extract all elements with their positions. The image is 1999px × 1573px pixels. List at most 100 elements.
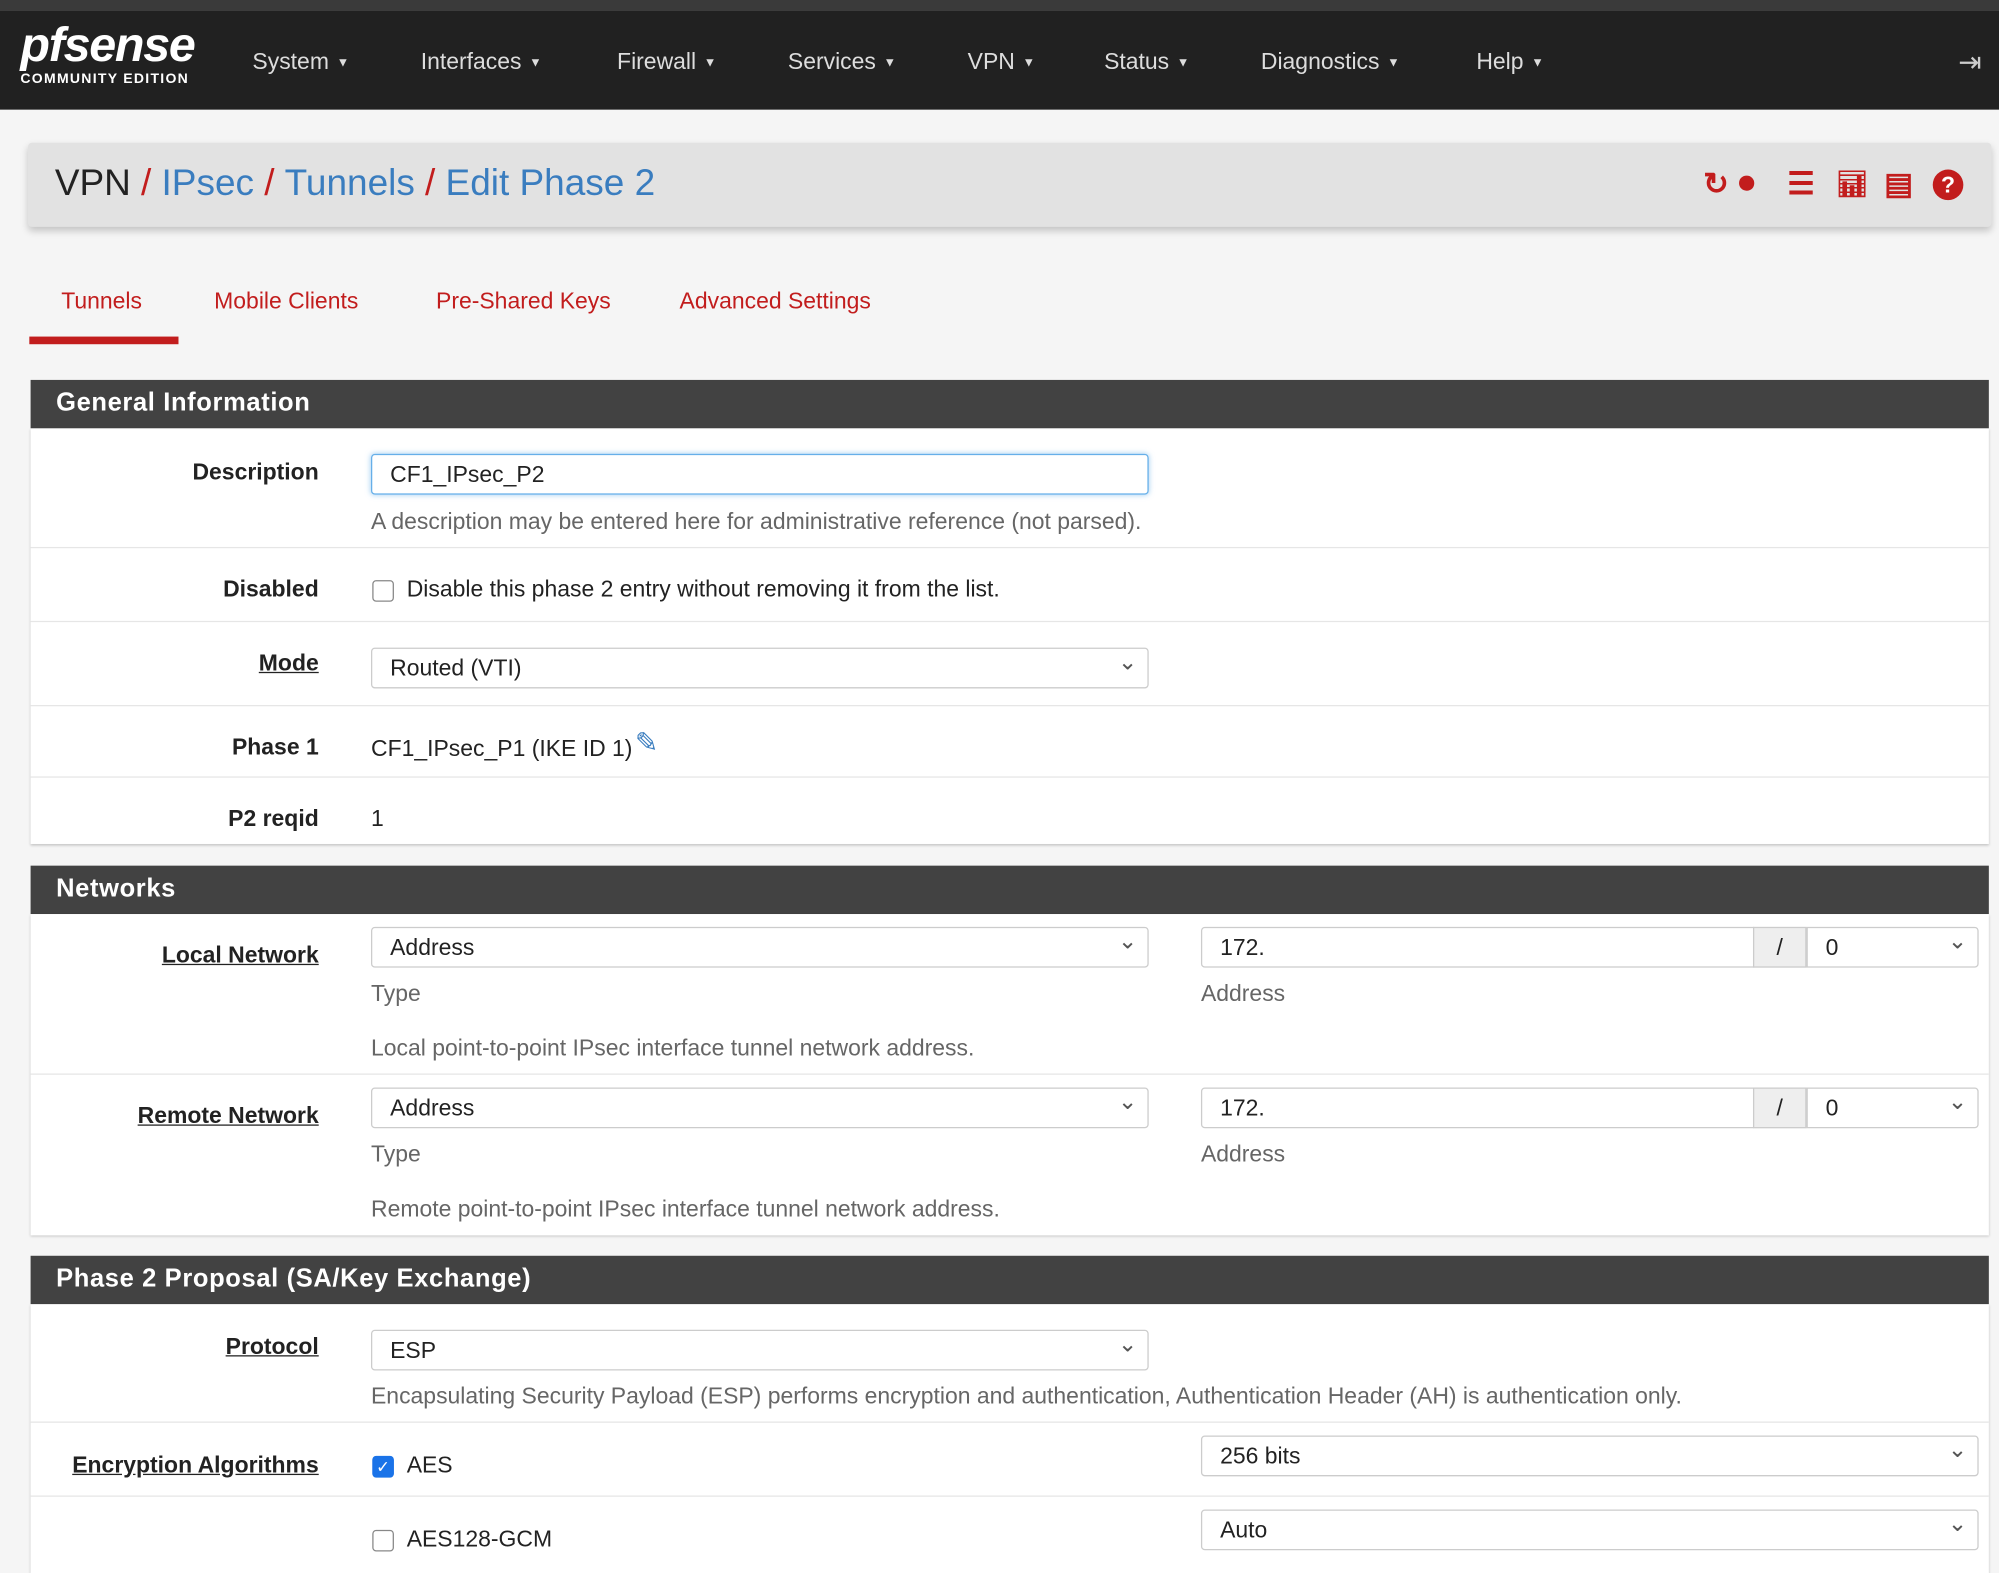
row-mode: Mode Routed (VTI) [30, 622, 1989, 707]
aes-keylen-select[interactable]: 256 bits [1200, 1435, 1979, 1477]
nav-label: System [252, 48, 329, 74]
logo-text: pfsense [20, 19, 195, 73]
aes128gcm-keylen-select[interactable]: Auto [1200, 1509, 1979, 1551]
label-protocol[interactable]: Protocol [226, 1334, 319, 1361]
description-help: A description may be entered here for ad… [370, 508, 1142, 535]
local-network-help: Local point-to-point IPsec interface tun… [370, 1035, 975, 1061]
panel-proposal: Protocol ESP Encapsulating Security Payl… [30, 1304, 1989, 1573]
breadcrumb-edit-phase2[interactable]: Edit Phase 2 [446, 163, 656, 204]
mode-value: Routed (VTI) [390, 655, 522, 681]
logout-icon[interactable]: ⇥ [1958, 46, 1982, 79]
nav-label: VPN [967, 48, 1015, 74]
mode-select[interactable]: Routed (VTI) [370, 647, 1149, 689]
nav-vpn[interactable]: VPN ▼ [968, 48, 1035, 75]
local-address-label: Address [1200, 980, 1286, 1006]
nav-diagnostics[interactable]: Diagnostics ▼ [1261, 48, 1400, 75]
remote-type-value: Address [390, 1095, 475, 1121]
row-encryption-aes128gcm: AES128-GCM Auto [31, 1497, 1989, 1573]
disabled-checkbox[interactable] [372, 580, 394, 602]
p2reqid-value: 1 [370, 805, 384, 832]
local-type-select[interactable]: Address [370, 926, 1149, 968]
caret-down-icon: ▼ [883, 55, 897, 70]
nav-interfaces[interactable]: Interfaces ▼ [421, 48, 542, 75]
row-local-network: Local Network Address Type 172. / 0 Addr… [30, 914, 1989, 1075]
label-phase1: Phase 1 [231, 734, 319, 760]
breadcrumb-separator: / [425, 163, 436, 204]
aes128gcm-label: AES128-GCM [406, 1526, 553, 1552]
row-description: Description CF1_IPsec_P2 A description m… [30, 428, 1989, 549]
row-disabled: Disabled Disable this phase 2 entry with… [30, 548, 1989, 623]
help-icon[interactable]: ? [1932, 169, 1964, 201]
tab-tunnels[interactable]: Tunnels [61, 288, 142, 315]
tab-mobile-clients[interactable]: Mobile Clients [214, 288, 358, 315]
label-mode[interactable]: Mode [259, 650, 319, 677]
local-type-label: Type [370, 980, 421, 1006]
aes128gcm-keylen-value: Auto [1220, 1517, 1268, 1543]
label-disabled: Disabled [223, 576, 319, 602]
remote-type-select[interactable]: Address [370, 1087, 1149, 1129]
nav-label: Status [1104, 48, 1170, 74]
local-slash: / [1752, 926, 1807, 968]
row-protocol: Protocol ESP Encapsulating Security Payl… [30, 1304, 1989, 1423]
aes-label: AES [406, 1452, 453, 1478]
window-top-strip [0, 0, 1999, 11]
breadcrumb-vpn: VPN [54, 163, 131, 204]
nav-help[interactable]: Help ▼ [1476, 48, 1543, 75]
protocol-select[interactable]: ESP [370, 1329, 1149, 1371]
breadcrumb-ipsec[interactable]: IPsec [162, 163, 254, 204]
logo-subtitle: COMMUNITY EDITION [20, 71, 190, 87]
row-phase1: Phase 1 CF1_IPsec_P1 (IKE ID 1) ✎ [30, 706, 1989, 778]
aes128gcm-checkbox[interactable] [372, 1529, 394, 1552]
tab-advanced-settings[interactable]: Advanced Settings [680, 288, 871, 315]
remote-type-label: Type [370, 1141, 421, 1167]
protocol-help: Encapsulating Security Payload (ESP) per… [370, 1383, 1682, 1409]
remote-network-help: Remote point-to-point IPsec interface tu… [370, 1195, 1000, 1222]
caret-down-icon: ▼ [1531, 55, 1544, 70]
disabled-text: Disable this phase 2 entry without remov… [406, 576, 1000, 602]
nav-firewall[interactable]: Firewall ▼ [617, 48, 716, 75]
remote-mask-value: 0 [1825, 1095, 1839, 1121]
caret-down-icon: ▼ [336, 55, 350, 70]
nav-label: Interfaces [420, 48, 522, 74]
nav-services[interactable]: Services ▼ [788, 48, 896, 75]
row-remote-network: Remote Network Address Type 172. / 0 Add… [31, 1075, 1989, 1236]
pfsense-logo[interactable]: pfsense COMMUNITY EDITION [20, 19, 195, 87]
nav-status[interactable]: Status ▼ [1104, 48, 1189, 75]
breadcrumb-separator: / [141, 163, 152, 204]
breadcrumb-tunnels[interactable]: Tunnels [285, 163, 415, 204]
protocol-value: ESP [390, 1337, 437, 1363]
local-address-input[interactable]: 172. [1200, 926, 1755, 968]
caret-down-icon: ▼ [703, 55, 717, 70]
row-encryption-aes: Encryption Algorithms ✓ AES 256 bits [30, 1423, 1989, 1497]
panel-general: Description CF1_IPsec_P2 A description m… [30, 428, 1989, 844]
label-remote-network[interactable]: Remote Network [138, 1103, 319, 1130]
stop-service-icon[interactable]: ⏺ [1739, 166, 1754, 202]
panel-heading-networks: Networks [30, 865, 1989, 915]
caret-down-icon: ▼ [1022, 55, 1036, 70]
caret-down-icon: ▼ [529, 55, 542, 70]
label-description: Description [192, 458, 319, 485]
remote-address-input[interactable]: 172. [1200, 1087, 1755, 1129]
edit-pencil-icon[interactable]: ✎ [635, 727, 659, 760]
active-tab-indicator [29, 336, 179, 345]
nav-label: Services [787, 48, 876, 74]
caret-down-icon: ▼ [1176, 55, 1190, 70]
local-type-value: Address [390, 934, 475, 960]
description-input[interactable]: CF1_IPsec_P2 [370, 453, 1149, 495]
restart-service-icon[interactable]: ↻ [1703, 166, 1729, 203]
local-mask-select[interactable]: 0 [1806, 926, 1979, 968]
log-list-icon[interactable]: ▤ [1884, 166, 1913, 203]
status-chart-icon[interactable]: 📊︎ [1836, 168, 1868, 200]
remote-slash: / [1752, 1087, 1807, 1129]
nav-label: Diagnostics [1260, 48, 1380, 74]
remote-mask-select[interactable]: 0 [1806, 1087, 1979, 1129]
label-local-network[interactable]: Local Network [162, 942, 319, 969]
breadcrumb-separator: / [264, 163, 275, 204]
panel-heading-proposal: Phase 2 Proposal (SA/Key Exchange) [30, 1255, 1989, 1305]
label-encryption-algorithms[interactable]: Encryption Algorithms [72, 1452, 318, 1479]
aes-checkbox[interactable]: ✓ [372, 1455, 394, 1478]
phase1-value: CF1_IPsec_P1 (IKE ID 1) [370, 735, 633, 762]
tab-pre-shared-keys[interactable]: Pre-Shared Keys [436, 288, 611, 315]
nav-system[interactable]: System ▼ [252, 48, 349, 75]
settings-sliders-icon[interactable]: ☰ [1787, 166, 1814, 203]
